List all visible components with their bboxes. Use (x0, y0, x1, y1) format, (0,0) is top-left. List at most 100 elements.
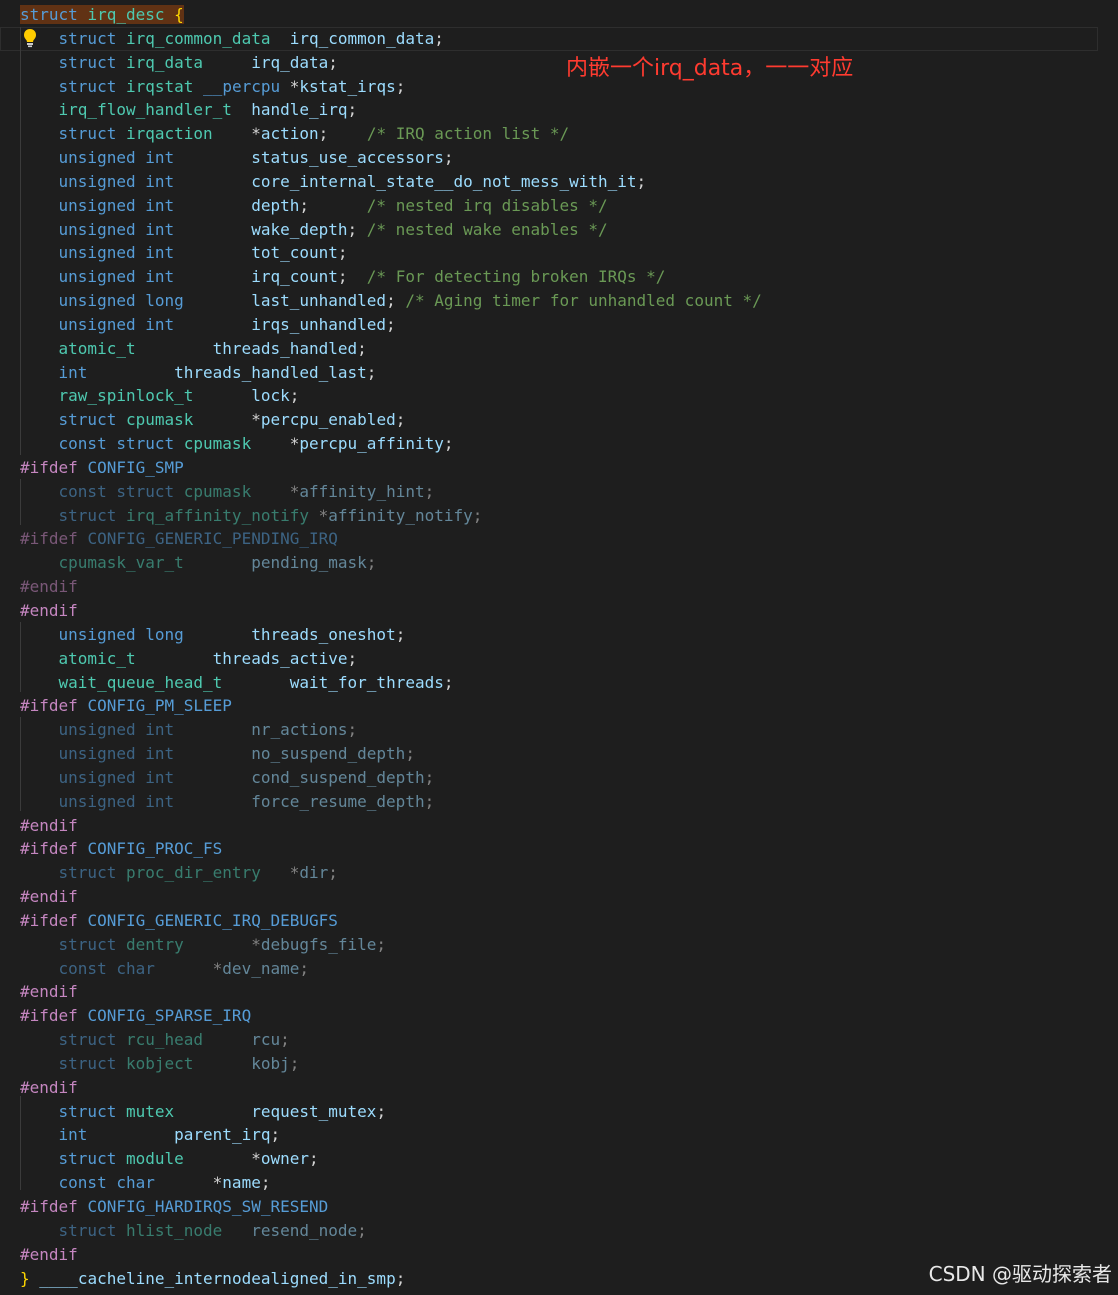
code-line[interactable]: irq_flow_handler_t handle_irq; (20, 98, 358, 122)
code-line[interactable]: struct proc_dir_entry *dir; (20, 861, 338, 885)
code-line[interactable]: #endif (20, 1076, 78, 1100)
code-line[interactable]: cpumask_var_t pending_mask; (20, 551, 377, 575)
code-line[interactable]: #ifdef CONFIG_GENERIC_IRQ_DEBUGFS (20, 909, 338, 933)
code-token-pun: ; (405, 744, 415, 764)
code-line[interactable]: const struct cpumask *affinity_hint; (20, 480, 435, 504)
code-line[interactable]: const char *name; (20, 1171, 271, 1195)
code-line[interactable]: int threads_handled_last; (20, 361, 377, 385)
code-token-pun: ; (260, 1173, 271, 1193)
code-line[interactable]: const struct cpumask *percpu_affinity; (20, 432, 454, 456)
code-token-id: threads_handled (212, 338, 358, 358)
code-line[interactable]: } ____cacheline_internodealigned_in_smp; (20, 1267, 405, 1291)
code-token-pun (20, 1030, 59, 1049)
code-line[interactable]: atomic_t threads_handled; (20, 337, 367, 361)
code-line[interactable]: unsigned int wake_depth; /* nested wake … (20, 218, 608, 242)
code-line[interactable]: unsigned int status_use_accessors; (20, 146, 454, 170)
code-token-cm: /* nested wake enables */ (366, 219, 608, 239)
code-line[interactable]: #endif (20, 885, 78, 909)
code-line[interactable]: unsigned int cond_suspend_depth; (20, 766, 435, 790)
code-line[interactable]: unsigned int irqs_unhandled; (20, 313, 396, 337)
code-token-pun (174, 172, 251, 191)
code-token-pun: * (309, 505, 329, 525)
code-line[interactable]: unsigned long last_unhandled; /* Aging t… (20, 289, 762, 313)
code-token-macro: CONFIG_GENERIC_IRQ_DEBUGFS (87, 910, 338, 930)
code-line[interactable]: unsigned int nr_actions; (20, 718, 358, 742)
code-line[interactable]: #ifdef CONFIG_HARDIRQS_SW_RESEND (20, 1195, 328, 1219)
code-line[interactable]: int parent_irq; (20, 1123, 281, 1147)
code-line[interactable]: struct module *owner; (20, 1147, 319, 1171)
code-token-kw: struct (58, 1101, 126, 1121)
code-token-kw: __percpu (203, 76, 281, 96)
code-token-type: module (125, 1149, 184, 1169)
code-line[interactable]: #ifdef CONFIG_PM_SLEEP (20, 694, 232, 718)
code-token-pun: ; (443, 148, 454, 168)
code-line[interactable]: struct dentry *debugfs_file; (20, 933, 387, 957)
code-line[interactable]: unsigned int tot_count; (20, 241, 348, 265)
code-token-pun (136, 649, 213, 668)
code-line[interactable]: struct cpumask *percpu_enabled; (20, 408, 406, 432)
code-token-type: cpumask_var_t (58, 553, 184, 573)
code-token-pun (174, 768, 251, 787)
code-line[interactable]: #ifdef CONFIG_GENERIC_PENDING_IRQ (20, 527, 338, 551)
code-token-kw: struct (58, 76, 126, 96)
code-line[interactable]: struct irqaction *action; /* IRQ action … (20, 122, 570, 146)
code-token-pun: ; (472, 505, 483, 525)
code-token-cm: /* Aging timer for unhandled count */ (405, 291, 762, 311)
code-line[interactable]: struct irqstat __percpu *kstat_irqs; (20, 75, 406, 99)
code-token-type: irq_common_data (125, 28, 271, 48)
code-line[interactable]: unsigned long threads_oneshot; (20, 623, 406, 647)
code-line[interactable]: #endif (20, 980, 78, 1004)
code-line[interactable]: struct hlist_node resend_node; (20, 1219, 367, 1243)
code-line[interactable]: #ifdef CONFIG_SMP (20, 456, 184, 480)
code-token-pun: ; (424, 791, 435, 811)
code-line[interactable]: wait_queue_head_t wait_for_threads; (20, 671, 454, 695)
code-line[interactable]: #endif (20, 575, 78, 599)
code-line[interactable]: struct rcu_head rcu; (20, 1028, 290, 1052)
code-token-pun (174, 267, 251, 286)
code-token-pun: ; (386, 291, 406, 311)
code-line[interactable]: const char *dev_name; (20, 957, 309, 981)
annotation-text: 内嵌一个irq_data，一一对应 (566, 56, 854, 81)
code-line[interactable]: atomic_t threads_active; (20, 647, 358, 671)
code-token-kw: const struct (58, 481, 184, 501)
code-line[interactable]: unsigned int force_resume_depth; (20, 790, 435, 814)
code-token-pun (20, 625, 59, 644)
code-token-id: force_resume_depth (251, 791, 425, 811)
code-line[interactable]: #endif (20, 599, 78, 623)
code-token-type: hlist_node (125, 1220, 223, 1240)
code-token-pun (203, 53, 251, 72)
lightbulb-icon[interactable] (22, 28, 38, 48)
code-token-pp: #endif (20, 982, 78, 1002)
code-line[interactable]: unsigned int core_internal_state__do_not… (20, 170, 647, 194)
code-line[interactable]: raw_spinlock_t lock; (20, 384, 300, 408)
code-token-pun (174, 792, 251, 811)
code-token-pun: ; (280, 1030, 290, 1050)
code-token-kw: struct (58, 1030, 126, 1050)
code-line[interactable]: struct irq_desc { (20, 3, 184, 27)
code-token-pun (184, 625, 251, 644)
code-line[interactable]: struct irq_common_data irq_common_data; (0, 26, 1098, 51)
code-line[interactable]: #ifdef CONFIG_SPARSE_IRQ (20, 1004, 251, 1028)
code-token-kw: struct (58, 934, 126, 954)
code-token-id: threads_active (212, 648, 348, 668)
code-line[interactable]: unsigned int irq_count; /* For detecting… (20, 265, 666, 289)
code-line[interactable]: struct kobject kobj; (20, 1052, 300, 1076)
code-token-pun (193, 1054, 251, 1073)
code-token-macro: CONFIG_HARDIRQS_SW_RESEND (87, 1197, 329, 1216)
code-token-pp: #endif (20, 601, 78, 620)
code-line[interactable]: #endif (20, 1243, 78, 1267)
code-token-pun (222, 1221, 251, 1240)
code-line[interactable]: struct irq_affinity_notify *affinity_not… (20, 504, 483, 528)
code-line[interactable]: #ifdef CONFIG_PROC_FS (20, 837, 222, 861)
code-token-id: lock (251, 386, 290, 406)
code-token-pun (222, 673, 289, 692)
code-token-pun (184, 553, 251, 572)
code-line[interactable]: unsigned int no_suspend_depth; (20, 742, 415, 766)
code-line[interactable]: unsigned int depth; /* nested irq disabl… (20, 194, 608, 218)
code-token-kw: const struct (58, 434, 184, 454)
code-line[interactable]: #endif (20, 814, 78, 838)
code-editor[interactable]: struct irq_desc { struct irq_common_data… (0, 0, 1118, 1295)
code-line[interactable]: struct irq_data irq_data; (20, 51, 338, 75)
code-line[interactable]: struct mutex request_mutex; (20, 1100, 387, 1124)
watermark: CSDN @驱动探索者 (928, 1262, 1112, 1286)
